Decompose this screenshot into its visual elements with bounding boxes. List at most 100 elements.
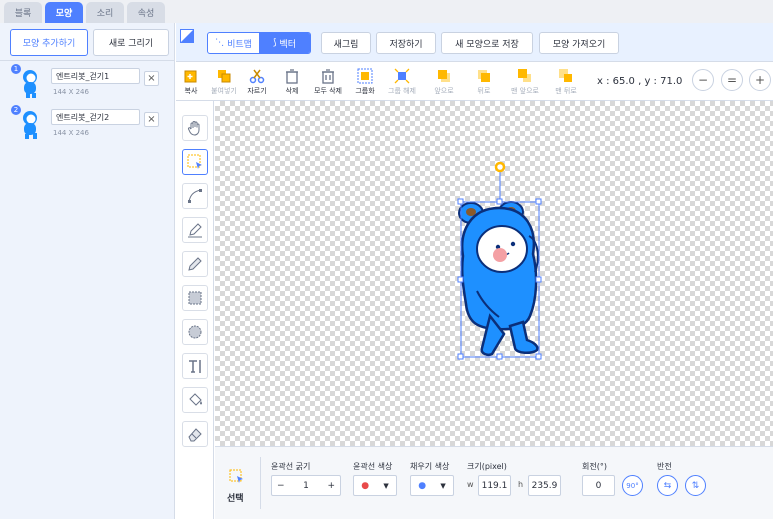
- delete-label: 삭제: [285, 87, 299, 95]
- stroke-width-value: 1: [303, 480, 309, 491]
- divider: [0, 60, 175, 61]
- zoom-reset-button[interactable]: =: [721, 69, 743, 91]
- pencil-tool[interactable]: [182, 251, 208, 277]
- fill-tool[interactable]: [182, 387, 208, 413]
- shape-size: 144 X 246: [53, 129, 89, 137]
- fill-mode-icon[interactable]: [180, 29, 194, 43]
- flip-horizontal-button[interactable]: ⇆: [657, 475, 678, 496]
- size-label: 크기(pixel): [467, 462, 507, 471]
- shape-editor: 블록 모양 소리 속성 모양 추가하기 새로 그리기 1 엔트리봇_걷기1 14…: [0, 0, 773, 519]
- zoom-out-button[interactable]: −: [692, 69, 714, 91]
- width-input[interactable]: 119.1: [478, 475, 511, 496]
- bring-to-front-button[interactable]: 맨 앞으로: [506, 66, 544, 98]
- drawing-canvas[interactable]: [215, 101, 773, 446]
- current-mode-label: 선택: [227, 494, 244, 504]
- rotation-label: 회전(°): [582, 462, 607, 471]
- bring-to-front-icon: [518, 69, 531, 82]
- rotate-90-button[interactable]: 90°: [622, 475, 643, 496]
- resize-handle[interactable]: [535, 276, 542, 283]
- send-backward-label: 뒤로: [477, 87, 491, 95]
- fill-color-picker[interactable]: ● ▼: [410, 475, 454, 496]
- path-tool[interactable]: [182, 183, 208, 209]
- bezier-icon: [188, 189, 202, 203]
- select-icon: [187, 154, 202, 169]
- vector-mode-button[interactable]: ⟆ 벡터: [259, 33, 310, 53]
- save-as-new-shape-button[interactable]: 새 모양으로 저장: [441, 32, 533, 54]
- pen-tool[interactable]: [182, 217, 208, 243]
- group-label: 그룹화: [355, 87, 375, 95]
- cursor-coordinates: x : 65.0 , y : 71.0: [597, 76, 683, 87]
- send-backward-button[interactable]: 뒤로: [469, 66, 499, 98]
- rectangle-tool[interactable]: [182, 285, 208, 311]
- cut-button[interactable]: 자르기: [242, 66, 272, 98]
- import-shape-button[interactable]: 모양 가져오기: [539, 32, 619, 54]
- select-tool[interactable]: [182, 149, 208, 175]
- height-input[interactable]: 235.9: [528, 475, 561, 496]
- resize-handle[interactable]: [457, 276, 464, 283]
- delete-shape-button[interactable]: ×: [144, 112, 159, 127]
- stroke-color-label: 윤곽선 색상: [353, 462, 393, 471]
- tab-properties[interactable]: 속성: [127, 2, 165, 23]
- resize-handle[interactable]: [496, 353, 503, 360]
- send-to-back-button[interactable]: 맨 뒤로: [548, 66, 584, 98]
- delete-button[interactable]: 삭제: [277, 66, 307, 98]
- fill-color-label: 채우기 색상: [410, 462, 450, 471]
- decrease-button[interactable]: −: [277, 481, 285, 491]
- save-button[interactable]: 저장하기: [376, 32, 436, 54]
- eraser-tool[interactable]: [182, 421, 208, 447]
- resize-handle[interactable]: [496, 198, 503, 205]
- chevron-down-icon: ▼: [383, 481, 389, 490]
- entrybot-character: [458, 201, 539, 356]
- palette-icon: ●: [361, 480, 370, 491]
- text-tool[interactable]: [182, 353, 208, 379]
- zoom-in-button[interactable]: +: [749, 69, 771, 91]
- resize-handle[interactable]: [457, 353, 464, 360]
- new-drawing-button[interactable]: 새로 그리기: [93, 29, 169, 56]
- stroke-width-stepper[interactable]: − 1 +: [271, 475, 341, 496]
- tab-blocks[interactable]: 블록: [4, 2, 42, 23]
- bitmap-vector-toggle[interactable]: ⋱ 비트맵 ⟆ 벡터: [207, 32, 311, 54]
- pen-icon: [188, 223, 202, 238]
- shape-index-badge: 2: [11, 105, 21, 115]
- flip-vertical-button[interactable]: ⇅: [685, 475, 706, 496]
- shape-item-2[interactable]: 2 엔트리봇_걷기2 144 X 246 ×: [4, 105, 172, 143]
- ungroup-label: 그룹 해제: [388, 87, 416, 95]
- copy-button[interactable]: 복사: [176, 66, 206, 98]
- group-button[interactable]: 그룹화: [350, 66, 380, 98]
- group-icon: [357, 68, 373, 84]
- add-shape-button[interactable]: 모양 추가하기: [10, 29, 88, 56]
- paste-icon: [218, 70, 231, 83]
- shape-item-1[interactable]: 1 엔트리봇_걷기1 144 X 246 ×: [4, 64, 172, 102]
- ungroup-icon: [394, 68, 410, 84]
- resize-handle[interactable]: [457, 198, 464, 205]
- ungroup-button[interactable]: 그룹 해제: [387, 66, 417, 98]
- shape-name-input[interactable]: 엔트리봇_걷기1: [51, 68, 140, 84]
- paste-label: 붙여넣기: [211, 87, 237, 95]
- ellipse-tool[interactable]: [182, 319, 208, 345]
- rotation-input[interactable]: 0: [582, 475, 615, 496]
- new-picture-button[interactable]: 새그림: [321, 32, 371, 54]
- resize-handle[interactable]: [535, 198, 542, 205]
- delete-shape-button[interactable]: ×: [144, 71, 159, 86]
- flip-vertical-icon: ⇅: [691, 480, 700, 491]
- increase-button[interactable]: +: [327, 481, 335, 491]
- shape-index-badge: 1: [11, 64, 21, 74]
- shape-name-input[interactable]: 엔트리봇_걷기2: [51, 109, 140, 125]
- rotate-handle[interactable]: [494, 161, 506, 173]
- bring-to-front-label: 맨 앞으로: [511, 87, 539, 95]
- trash-all-icon: [322, 69, 334, 84]
- palette-icon: ●: [418, 480, 427, 491]
- stroke-color-picker[interactable]: ● ▼: [353, 475, 397, 496]
- bitmap-mode-button[interactable]: ⋱ 비트맵: [208, 33, 259, 53]
- scissors-icon: [249, 69, 265, 84]
- pencil-icon: [188, 257, 202, 271]
- shape-size: 144 X 246: [53, 88, 89, 96]
- tab-shapes[interactable]: 모양: [45, 2, 83, 23]
- tab-sounds[interactable]: 소리: [86, 2, 124, 23]
- delete-all-button[interactable]: 모두 삭제: [310, 66, 346, 98]
- flip-label: 반전: [657, 462, 672, 471]
- bring-forward-button[interactable]: 앞으로: [429, 66, 459, 98]
- paste-button[interactable]: 붙여넣기: [209, 66, 239, 98]
- resize-handle[interactable]: [535, 353, 542, 360]
- hand-tool[interactable]: [182, 115, 208, 141]
